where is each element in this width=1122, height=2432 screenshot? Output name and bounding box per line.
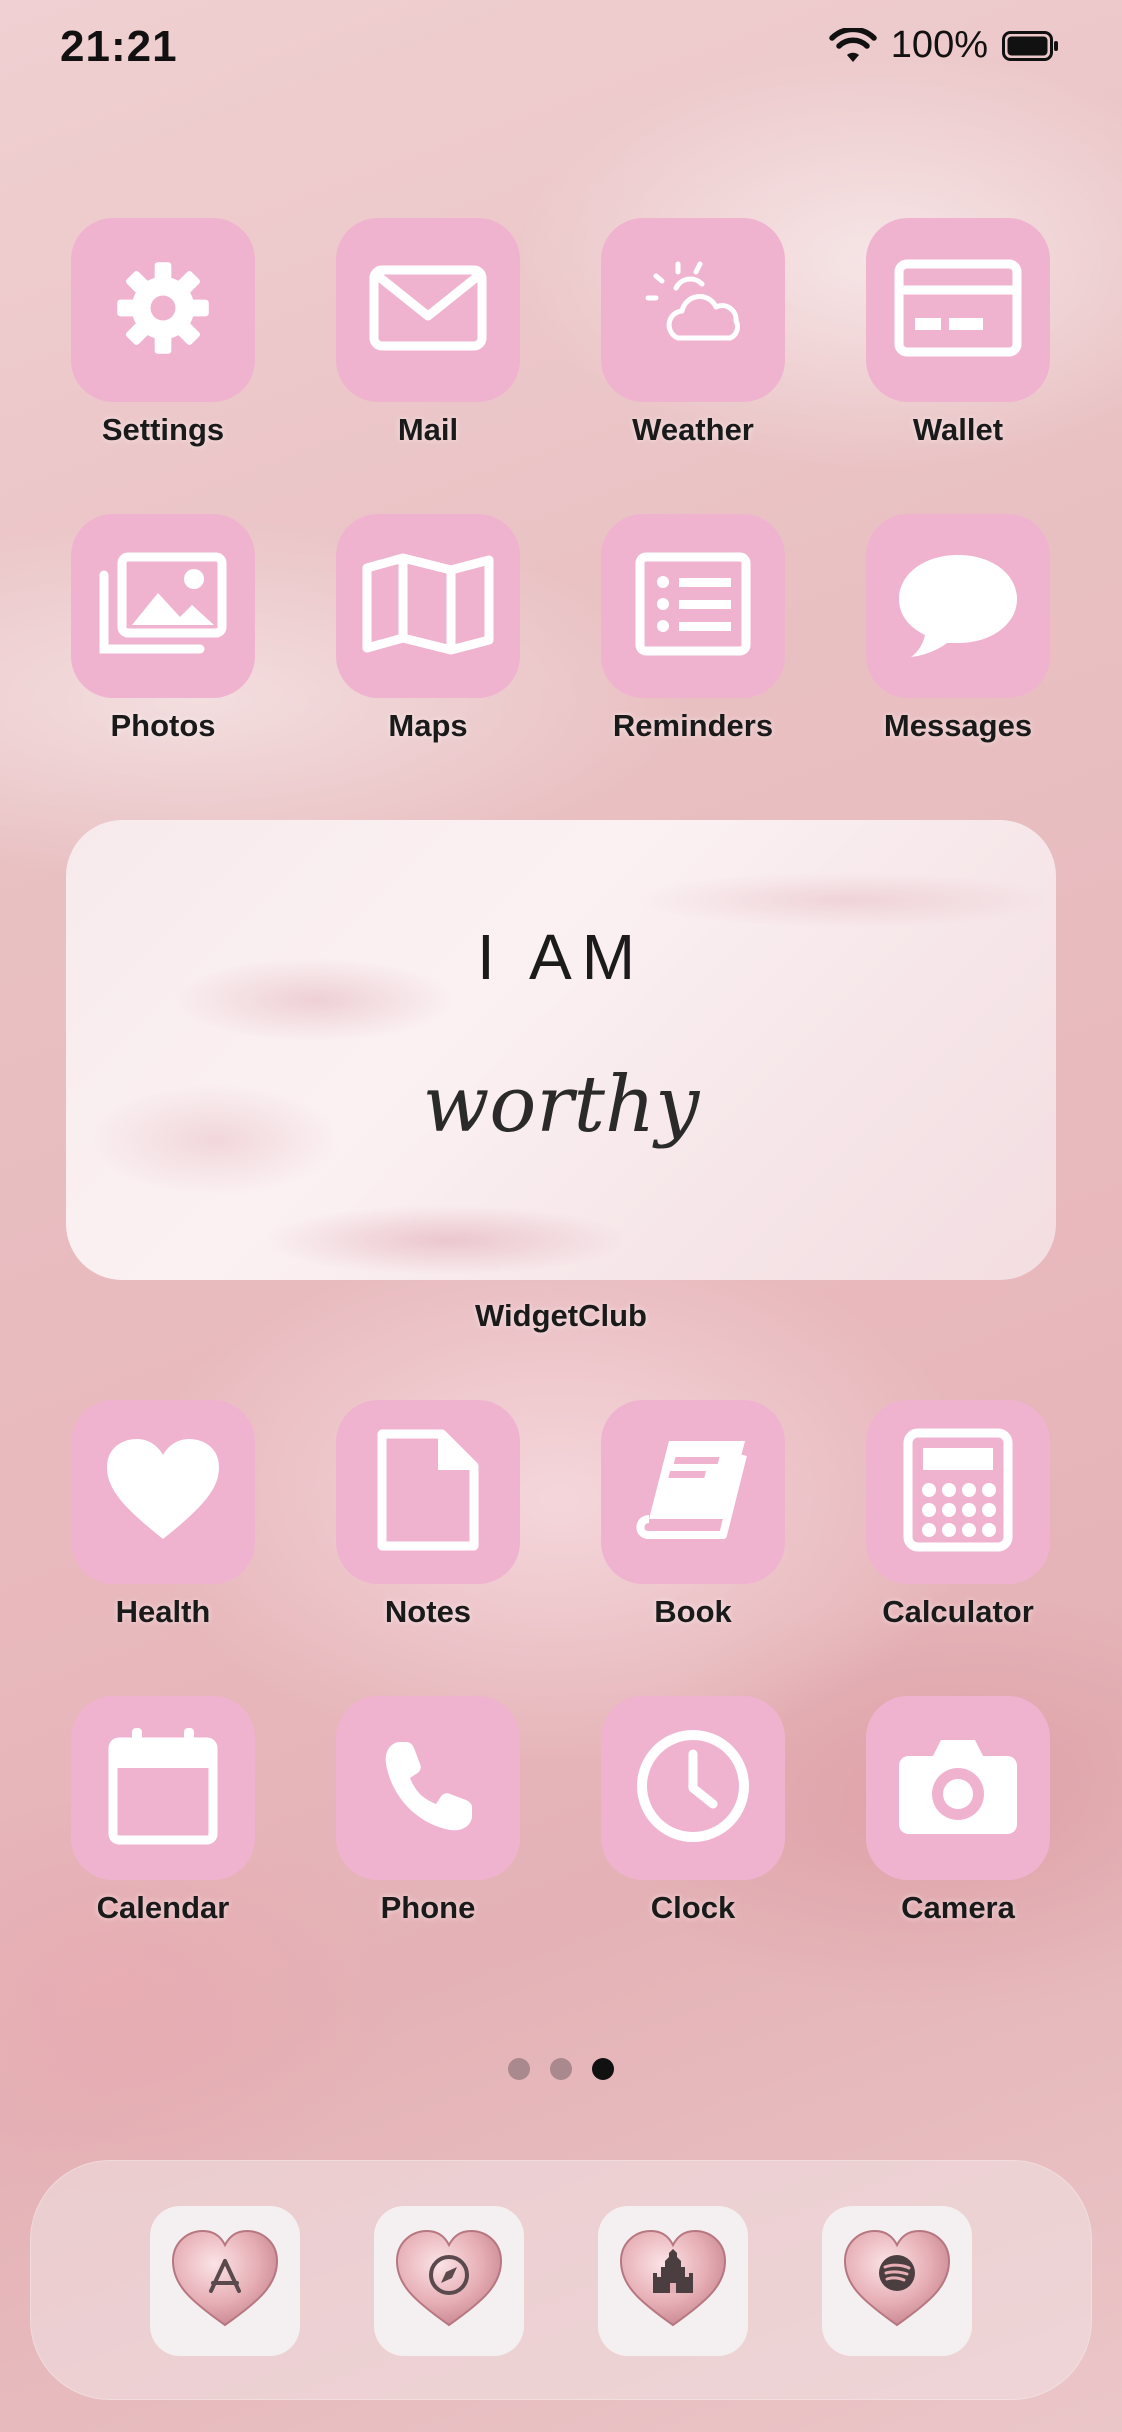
app-calculator[interactable]: Calculator [838,1400,1078,1630]
app-tile[interactable] [336,1696,520,1880]
app-label: Photos [110,708,216,743]
page-dot[interactable] [550,2058,572,2080]
app-tile[interactable] [71,1696,255,1880]
speech-bubble-icon [893,549,1023,664]
app-mail[interactable]: Mail [308,218,548,448]
safari-compass-heart-icon [393,2227,505,2336]
status-right: 100% [829,24,1060,67]
app-health[interactable]: Health [43,1400,283,1630]
app-tile[interactable] [866,1400,1050,1584]
dock [30,2160,1092,2400]
widget-script-text: worthy [422,1060,700,1150]
wallet-icon [893,258,1023,363]
app-label: Reminders [612,708,774,743]
calendar-icon [108,1726,218,1851]
app-tile[interactable] [601,1400,785,1584]
app-calendar[interactable]: Calendar [43,1696,283,1926]
app-phone[interactable]: Phone [308,1696,548,1926]
status-bar: 21:21 100% [0,0,1122,100]
page-indicator[interactable] [0,2058,1122,2080]
app-label: Weather [632,412,754,447]
app-tile[interactable] [336,1400,520,1584]
dock-castle-app[interactable] [598,2206,748,2356]
dock-safari[interactable] [374,2206,524,2356]
app-tile[interactable] [71,514,255,698]
page-dot-active[interactable] [592,2058,614,2080]
app-weather[interactable]: Weather [573,218,813,448]
app-label: Calendar [96,1890,230,1925]
app-label: Clock [650,1890,736,1925]
castle-heart-icon [617,2227,729,2336]
app-label: Health [115,1594,211,1629]
heart-icon [103,1435,223,1550]
app-settings[interactable]: Settings [43,218,283,448]
app-tile[interactable] [71,218,255,402]
wifi-icon [829,27,877,64]
app-reminders[interactable]: Reminders [573,514,813,744]
dock-spotify[interactable] [822,2206,972,2356]
app-tile[interactable] [71,1400,255,1584]
battery-percentage: 100% [890,24,988,66]
battery-icon [1002,30,1060,61]
status-time: 21:21 [60,22,178,71]
weather-icon [638,258,748,363]
app-photos[interactable]: Photos [43,514,283,744]
app-book[interactable]: Book [573,1400,813,1630]
note-icon [376,1428,480,1557]
app-label: Calculator [882,1594,1034,1629]
app-clock[interactable]: Clock [573,1696,813,1926]
dock-app-store[interactable] [150,2206,300,2356]
photos-icon [96,549,230,664]
app-label: Notes [384,1594,472,1629]
app-tile[interactable] [866,1696,1050,1880]
app-notes[interactable]: Notes [308,1400,548,1630]
camera-icon [895,1734,1021,1843]
app-camera[interactable]: Camera [838,1696,1078,1926]
spotify-heart-icon [841,2227,953,2336]
gear-icon [111,256,215,365]
mail-icon [368,258,488,363]
app-label: Book [654,1594,732,1629]
phone-icon [378,1736,478,1841]
app-label: Mail [397,412,459,447]
widget-label: WidgetClub [475,1298,647,1333]
app-label: Phone [380,1890,476,1925]
book-icon [633,1435,753,1550]
app-store-heart-icon [169,2227,281,2336]
app-tile[interactable] [336,514,520,698]
app-tile[interactable] [601,218,785,402]
affirmation-widget[interactable]: I AM worthy [66,820,1056,1280]
app-tile[interactable] [601,514,785,698]
app-label: Messages [883,708,1033,743]
app-tile[interactable] [336,218,520,402]
app-maps[interactable]: Maps [308,514,548,744]
app-tile[interactable] [601,1696,785,1880]
map-icon [361,552,495,661]
clock-icon [635,1728,751,1849]
app-wallet[interactable]: Wallet [838,218,1078,448]
page-dot[interactable] [508,2058,530,2080]
app-label: Camera [901,1890,1015,1925]
app-tile[interactable] [866,218,1050,402]
calculator-icon [903,1428,1013,1557]
widget-heading: I AM [476,921,646,993]
reminders-icon [635,552,751,661]
app-label: Settings [101,412,225,447]
app-label: Wallet [912,412,1004,447]
app-messages[interactable]: Messages [838,514,1078,744]
app-label: Maps [388,708,468,743]
app-tile[interactable] [866,514,1050,698]
